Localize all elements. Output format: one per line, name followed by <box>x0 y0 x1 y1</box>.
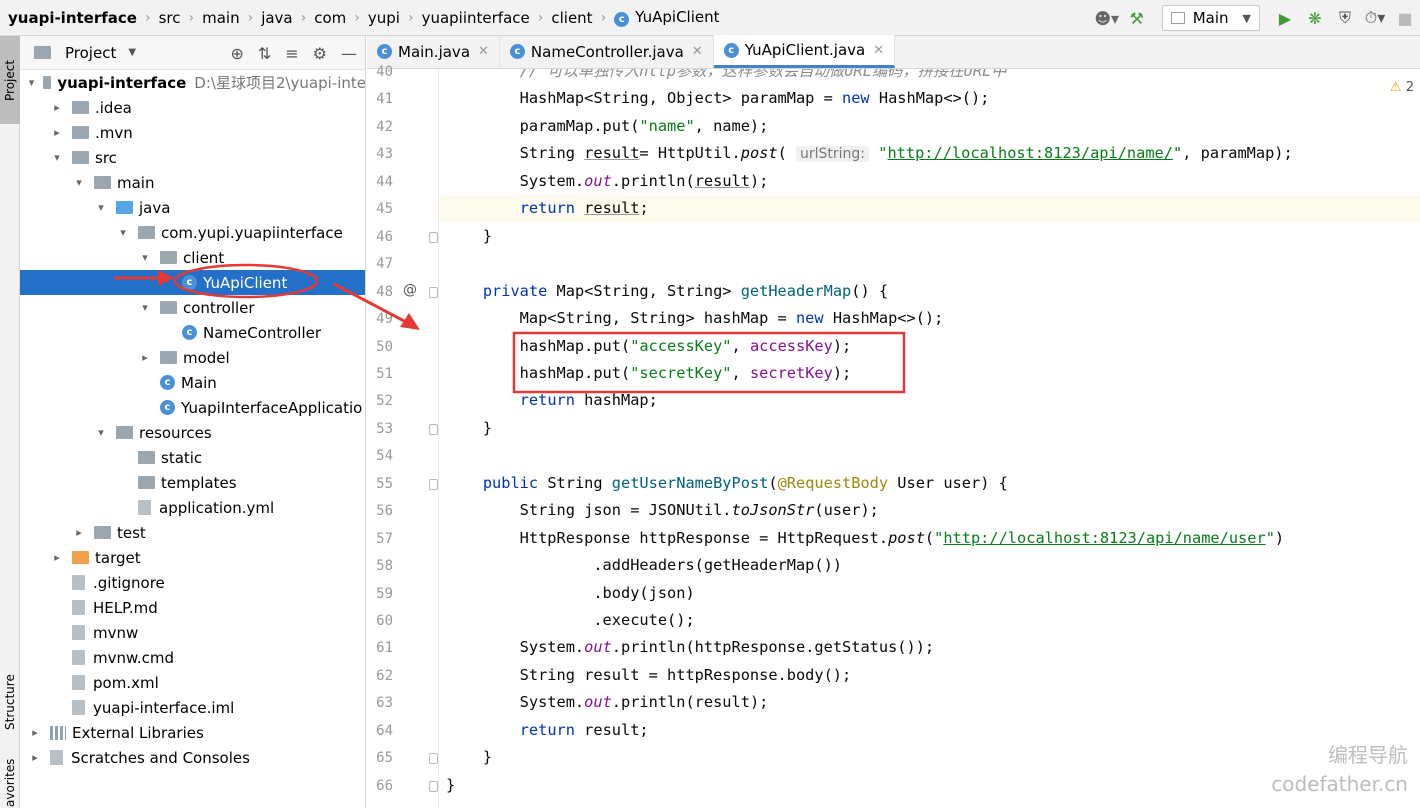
annotation-overlay <box>114 263 906 394</box>
pointer-arrow-right <box>333 282 407 324</box>
highlight-ellipse <box>173 263 319 299</box>
watermark-url: codefather.cn <box>1271 772 1408 796</box>
arrowhead-icon <box>158 270 174 286</box>
highlight-box <box>512 331 906 394</box>
watermark-title: 编程导航 <box>1328 743 1408 767</box>
